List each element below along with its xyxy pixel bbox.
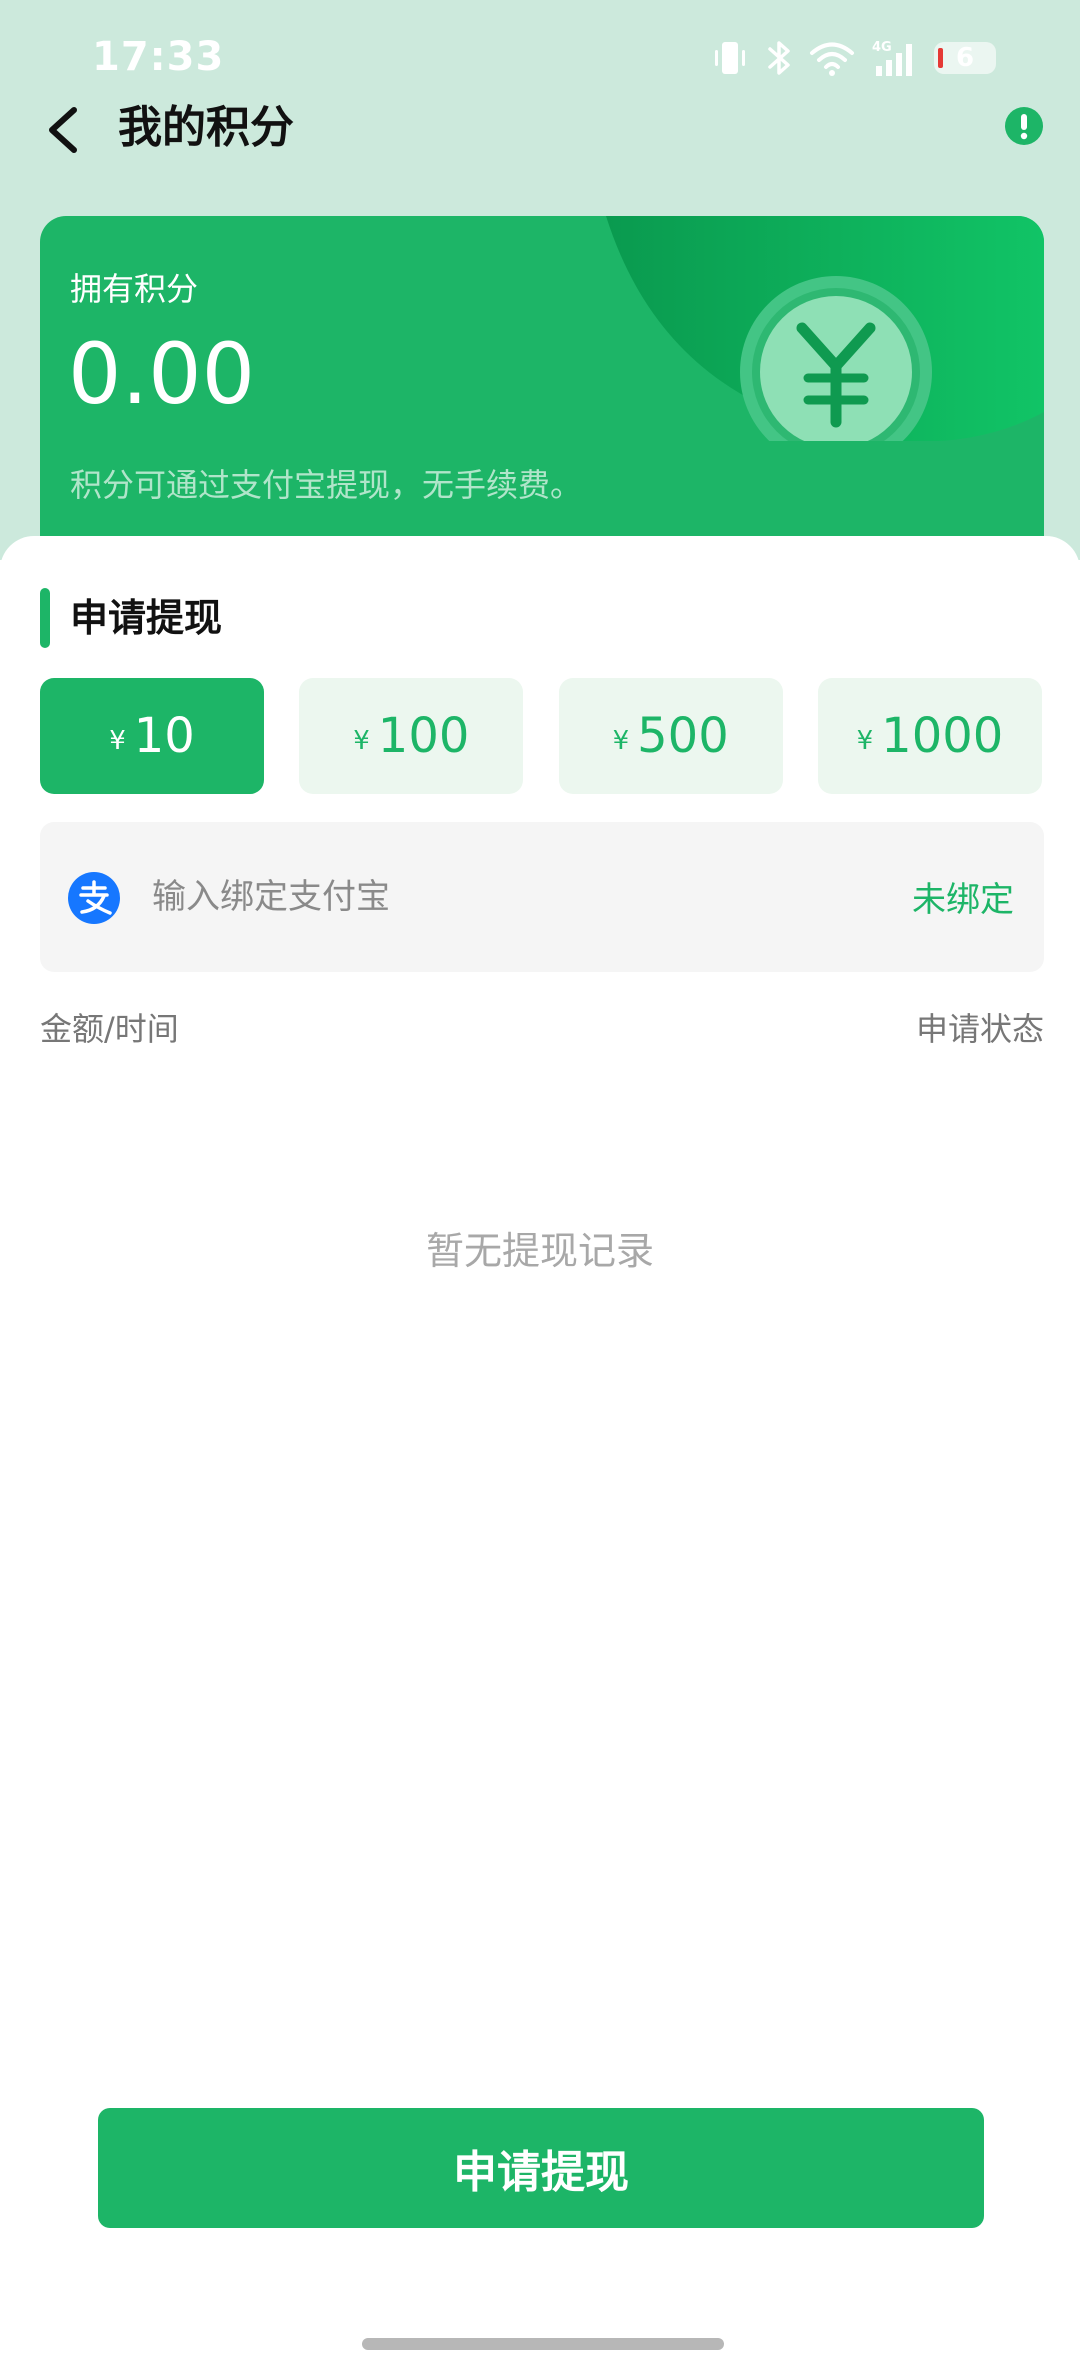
- wifi-icon: [808, 38, 856, 78]
- empty-records-text: 暂无提现记录: [425, 1229, 654, 1273]
- currency-symbol: ¥: [612, 726, 630, 756]
- battery-level: 6: [955, 43, 975, 73]
- network-label: 4G: [872, 40, 892, 55]
- withdraw-panel: 申请提现 ¥ 10 ¥ 100 ¥ 500 ¥ 1000 未绑定: [0, 536, 1080, 2374]
- amount-value: 500: [637, 708, 729, 764]
- alipay-icon: [68, 872, 120, 924]
- points-description: 积分可通过支付宝提现，无手续费。: [70, 466, 583, 504]
- header: 我的积分: [0, 90, 1080, 170]
- points-label: 拥有积分: [70, 270, 199, 308]
- currency-symbol: ¥: [353, 726, 370, 756]
- section-title: 申请提现: [70, 596, 223, 640]
- signal-icon: 4G: [870, 38, 920, 78]
- alipay-account-input[interactable]: [150, 866, 754, 928]
- currency-symbol: ¥: [109, 726, 126, 756]
- amount-option-1000[interactable]: ¥ 1000: [817, 678, 1042, 794]
- amount-options: ¥ 10 ¥ 100 ¥ 500 ¥ 1000: [40, 678, 1042, 794]
- status-time: 17:33: [92, 34, 225, 80]
- records-header: 金额/时间 申请状态: [40, 994, 1044, 1054]
- amount-value: 10: [133, 708, 195, 764]
- submit-withdraw-button[interactable]: 申请提现: [98, 2108, 984, 2228]
- records-col-status: 申请状态: [915, 1010, 1044, 1048]
- amount-option-10[interactable]: ¥ 10: [40, 678, 264, 794]
- currency-symbol: ¥: [856, 726, 874, 756]
- info-icon[interactable]: [1004, 106, 1044, 146]
- amount-option-500[interactable]: ¥ 500: [558, 678, 783, 794]
- battery-icon: 6: [934, 42, 996, 74]
- chevron-left-icon[interactable]: [40, 102, 90, 158]
- yuan-coin-icon: [740, 276, 932, 468]
- records-col-amount-time: 金额/时间: [40, 1010, 179, 1048]
- page-title: 我的积分: [118, 102, 294, 153]
- bind-status-link[interactable]: 未绑定: [912, 872, 1014, 921]
- amount-value: 1000: [881, 708, 1004, 764]
- amount-value: 100: [377, 708, 470, 764]
- section-title-accent: [40, 588, 50, 648]
- bluetooth-icon: [764, 38, 794, 78]
- alipay-binding-row: 未绑定: [40, 822, 1044, 972]
- points-value: 0.00: [68, 325, 256, 423]
- amount-option-100[interactable]: ¥ 100: [299, 678, 524, 794]
- vibrate-icon: [710, 38, 750, 78]
- status-icons: 4G 6: [710, 38, 996, 78]
- home-indicator[interactable]: [362, 2338, 724, 2350]
- status-bar: 17:33 4G 6: [0, 0, 1080, 100]
